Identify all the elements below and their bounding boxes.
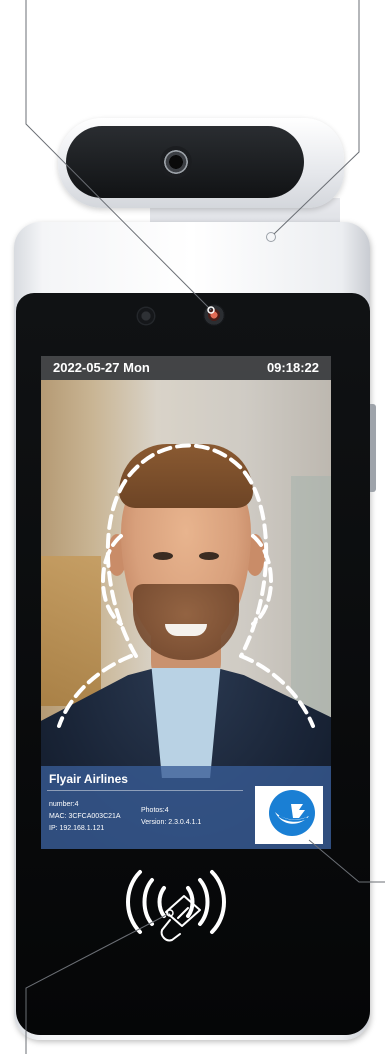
callout-lines	[25, 0, 385, 1054]
